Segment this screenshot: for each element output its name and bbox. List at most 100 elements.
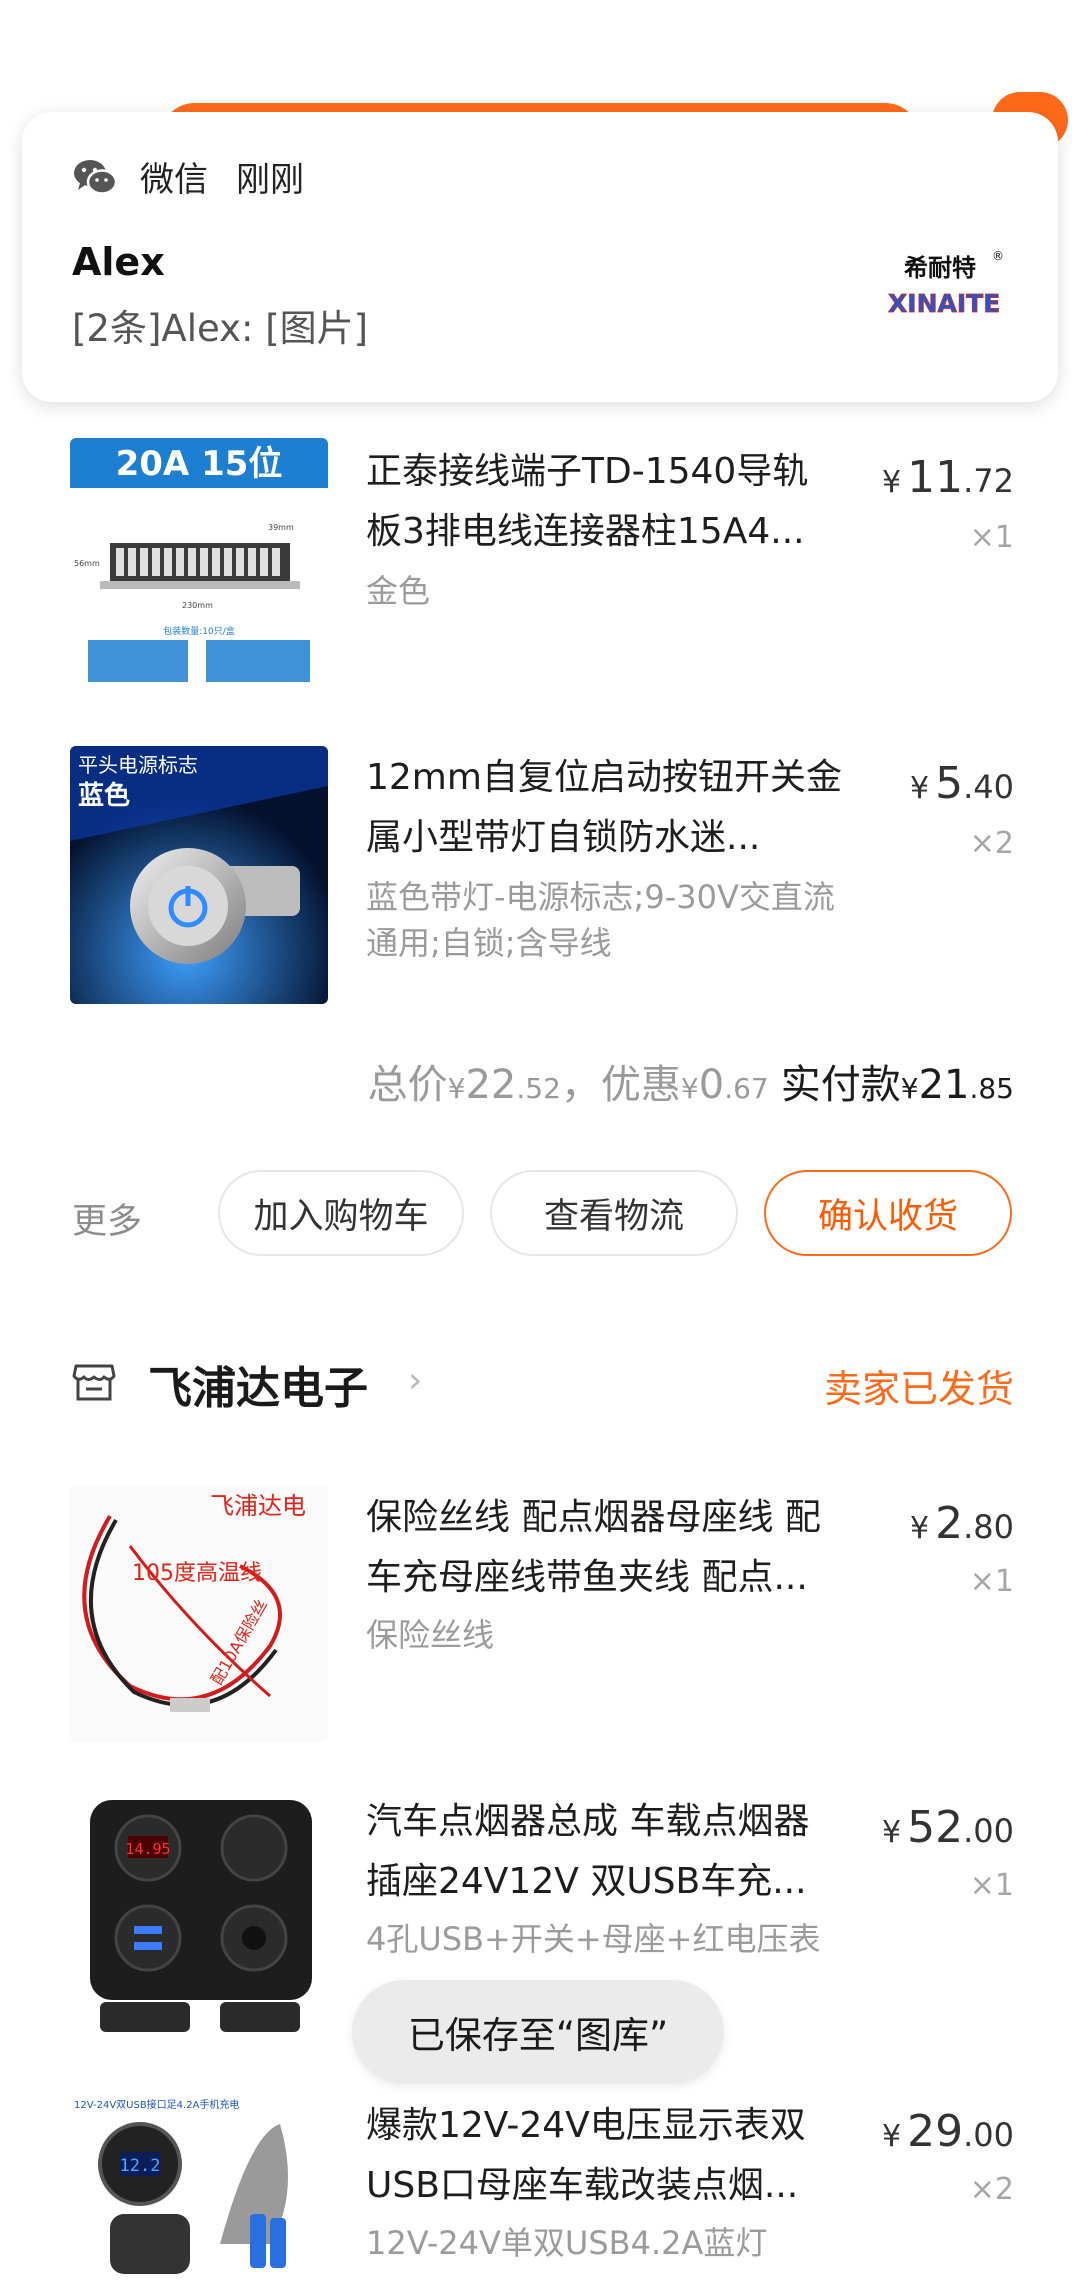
product-qty: ×2 bbox=[969, 826, 1014, 861]
price-int: 5 bbox=[935, 758, 964, 809]
currency: ¥ bbox=[447, 1072, 466, 1105]
discount-label: ，优惠 bbox=[560, 1062, 681, 1108]
thumb-dim-1: 39mm bbox=[268, 523, 294, 532]
wechat-icon bbox=[74, 159, 118, 195]
thumb-dim-3: 56mm bbox=[74, 559, 100, 568]
attr-line: 通用;自锁;含导线 bbox=[366, 924, 612, 962]
shop-name[interactable]: 飞浦达电子 bbox=[148, 1352, 368, 1416]
product-price: ¥2.80 bbox=[910, 1498, 1014, 1549]
title-line: 板3排电线连接器柱15A4... bbox=[366, 511, 805, 552]
product-qty: ×1 bbox=[969, 1868, 1014, 1903]
svg-text:希耐特: 希耐特 bbox=[904, 254, 976, 282]
currency: ¥ bbox=[882, 2119, 902, 2154]
product-qty: ×2 bbox=[969, 2172, 1014, 2207]
currency: ¥ bbox=[680, 1072, 699, 1105]
product-title-voltmeter-usb[interactable]: 爆款12V-24V电压显示表双 USB口母座车载改装点烟... bbox=[366, 2096, 896, 2216]
notification-title: Alex bbox=[72, 240, 165, 284]
product-title-terminal-block[interactable]: 正泰接线端子TD-1540导轨 板3排电线连接器柱15A4... bbox=[366, 442, 896, 562]
title-line: 保险丝线 配点烟器母座线 配 bbox=[366, 1497, 821, 1538]
price-int: 2 bbox=[935, 1498, 964, 1549]
product-attr: 蓝色带灯-电源标志;9-30V交直流 通用;自锁;含导线 bbox=[366, 874, 906, 966]
saved-to-gallery-toast: 已保存至“图库” bbox=[352, 1980, 724, 2084]
chevron-right-icon[interactable]: › bbox=[408, 1360, 422, 1401]
product-attr: 金色 bbox=[366, 572, 431, 610]
thumb-dim-2: 230mm bbox=[182, 601, 213, 610]
add-to-cart-button[interactable]: 加入购物车 bbox=[218, 1170, 464, 1256]
product-thumbnail-button-switch[interactable]: 平头电源标志 蓝色 bbox=[70, 746, 328, 1004]
notification-body: [2条]Alex: [图片] bbox=[72, 307, 369, 350]
title-line: 12mm自复位启动按钮开关金 bbox=[366, 757, 842, 798]
title-line: 爆款12V-24V电压显示表双 bbox=[366, 2105, 806, 2146]
socket-panel-image: 14.95 bbox=[70, 1790, 328, 2046]
product-price: ¥29.00 bbox=[882, 2106, 1014, 2157]
thumb-text-1: 飞浦达电 bbox=[210, 1492, 306, 1520]
paid-label: 实付款 bbox=[780, 1062, 901, 1108]
thumb-display: 12.2 bbox=[120, 2156, 161, 2176]
more-button[interactable]: 更多 bbox=[72, 1193, 142, 1244]
currency: ¥ bbox=[882, 465, 902, 500]
discount-int: 0 bbox=[698, 1062, 725, 1108]
confirm-receipt-button[interactable]: 确认收货 bbox=[764, 1170, 1012, 1256]
thumb-text-2: 105度高温线 bbox=[132, 1561, 262, 1586]
thumb-pack: 包装数量:10只/盒 bbox=[163, 625, 235, 637]
order-totals: 总价¥22.52，优惠¥0.67 实付款¥21.85 bbox=[368, 1052, 1014, 1110]
thumb-header: 12V-24V双USB接口足4.2A手机充电 bbox=[74, 2098, 239, 2111]
price-dec: .00 bbox=[963, 1812, 1014, 1850]
button-switch-image: 平头电源标志 蓝色 bbox=[70, 746, 328, 1004]
product-price: ¥11.72 bbox=[882, 452, 1014, 503]
paid-dec: .85 bbox=[969, 1072, 1014, 1105]
title-line: 插座24V12V 双USB车充... bbox=[366, 1861, 807, 1902]
total-int: 22 bbox=[465, 1062, 517, 1108]
terminal-block-image: 20A 15位 39mm 230mm 56mm 包装数量:10只/盒 bbox=[70, 438, 328, 694]
product-attr: 12V-24V单双USB4.2A蓝灯 bbox=[366, 2224, 768, 2262]
product-price: ¥52.00 bbox=[882, 1802, 1014, 1853]
title-line: 车充母座线带鱼夹线 配点... bbox=[366, 1557, 808, 1598]
order-status: 卖家已发货 bbox=[823, 1367, 1014, 1411]
product-title-fuse-wire[interactable]: 保险丝线 配点烟器母座线 配 车充母座线带鱼夹线 配点... bbox=[366, 1488, 896, 1608]
title-line: 正泰接线端子TD-1540导轨 bbox=[366, 451, 809, 492]
product-attr: 保险丝线 bbox=[366, 1616, 495, 1654]
product-title-button-switch[interactable]: 12mm自复位启动按钮开关金 属小型带灯自锁防水迷... bbox=[366, 748, 896, 868]
price-int: 29 bbox=[907, 2106, 964, 2157]
shop-icon bbox=[72, 1364, 116, 1401]
currency: ¥ bbox=[900, 1072, 919, 1105]
product-thumbnail-socket-panel[interactable]: 14.95 bbox=[70, 1790, 328, 2046]
thumb-label-2: 蓝色 bbox=[78, 780, 130, 811]
attr-line: 蓝色带灯-电源标志;9-30V交直流 bbox=[366, 878, 835, 916]
product-thumbnail-voltmeter-usb[interactable]: 12V-24V双USB接口足4.2A手机充电 12.2 bbox=[70, 2094, 328, 2280]
svg-text:®: ® bbox=[992, 249, 1004, 263]
thumb-display: 14.95 bbox=[125, 1840, 170, 1858]
voltmeter-usb-image: 12V-24V双USB接口足4.2A手机充电 12.2 bbox=[70, 2094, 328, 2280]
product-qty: ×1 bbox=[969, 1564, 1014, 1599]
product-thumbnail-terminal-block[interactable]: 20A 15位 39mm 230mm 56mm 包装数量:10只/盒 bbox=[70, 438, 328, 694]
xinaite-logo: 希耐特 ® XINAITE bbox=[888, 249, 1004, 318]
title-line: USB口母座车载改装点烟... bbox=[366, 2165, 799, 2206]
title-line: 汽车点烟器总成 车载点烟器 bbox=[366, 1801, 810, 1842]
discount-dec: .67 bbox=[724, 1072, 769, 1105]
product-thumbnail-fuse-wire[interactable]: 飞浦达电 105度高温线 配10A保险丝 bbox=[70, 1486, 328, 1742]
price-dec: .72 bbox=[963, 462, 1014, 500]
product-attr: 4孔USB+开关+母座+红电压表 bbox=[366, 1920, 821, 1958]
product-price: ¥5.40 bbox=[910, 758, 1014, 809]
wechat-notification[interactable]: 微信 刚刚 Alex [2条]Alex: [图片] 希耐特 ® XINAITE bbox=[22, 112, 1058, 402]
currency: ¥ bbox=[910, 771, 930, 806]
svg-text:XINAITE: XINAITE bbox=[888, 289, 1000, 318]
price-int: 52 bbox=[907, 1802, 964, 1853]
title-line: 属小型带灯自锁防水迷... bbox=[366, 817, 761, 858]
notification-app-name: 微信 bbox=[140, 160, 208, 200]
price-dec: .40 bbox=[963, 768, 1014, 806]
total-label: 总价 bbox=[367, 1062, 448, 1108]
product-title-socket-panel[interactable]: 汽车点烟器总成 车载点烟器 插座24V12V 双USB车充... bbox=[366, 1792, 896, 1912]
product-qty: ×1 bbox=[969, 520, 1014, 555]
currency: ¥ bbox=[910, 1511, 930, 1546]
notification-app-row: 微信 刚刚 bbox=[72, 152, 304, 201]
price-int: 11 bbox=[907, 452, 964, 503]
total-dec: .52 bbox=[516, 1072, 561, 1105]
fuse-wire-image: 飞浦达电 105度高温线 配10A保险丝 bbox=[70, 1486, 328, 1742]
thumb-banner: 20A 15位 bbox=[116, 444, 283, 484]
currency: ¥ bbox=[882, 1815, 902, 1850]
thumb-label-1: 平头电源标志 bbox=[78, 753, 198, 777]
price-dec: .00 bbox=[963, 2116, 1014, 2154]
price-dec: .80 bbox=[963, 1508, 1014, 1546]
view-logistics-button[interactable]: 查看物流 bbox=[490, 1170, 738, 1256]
